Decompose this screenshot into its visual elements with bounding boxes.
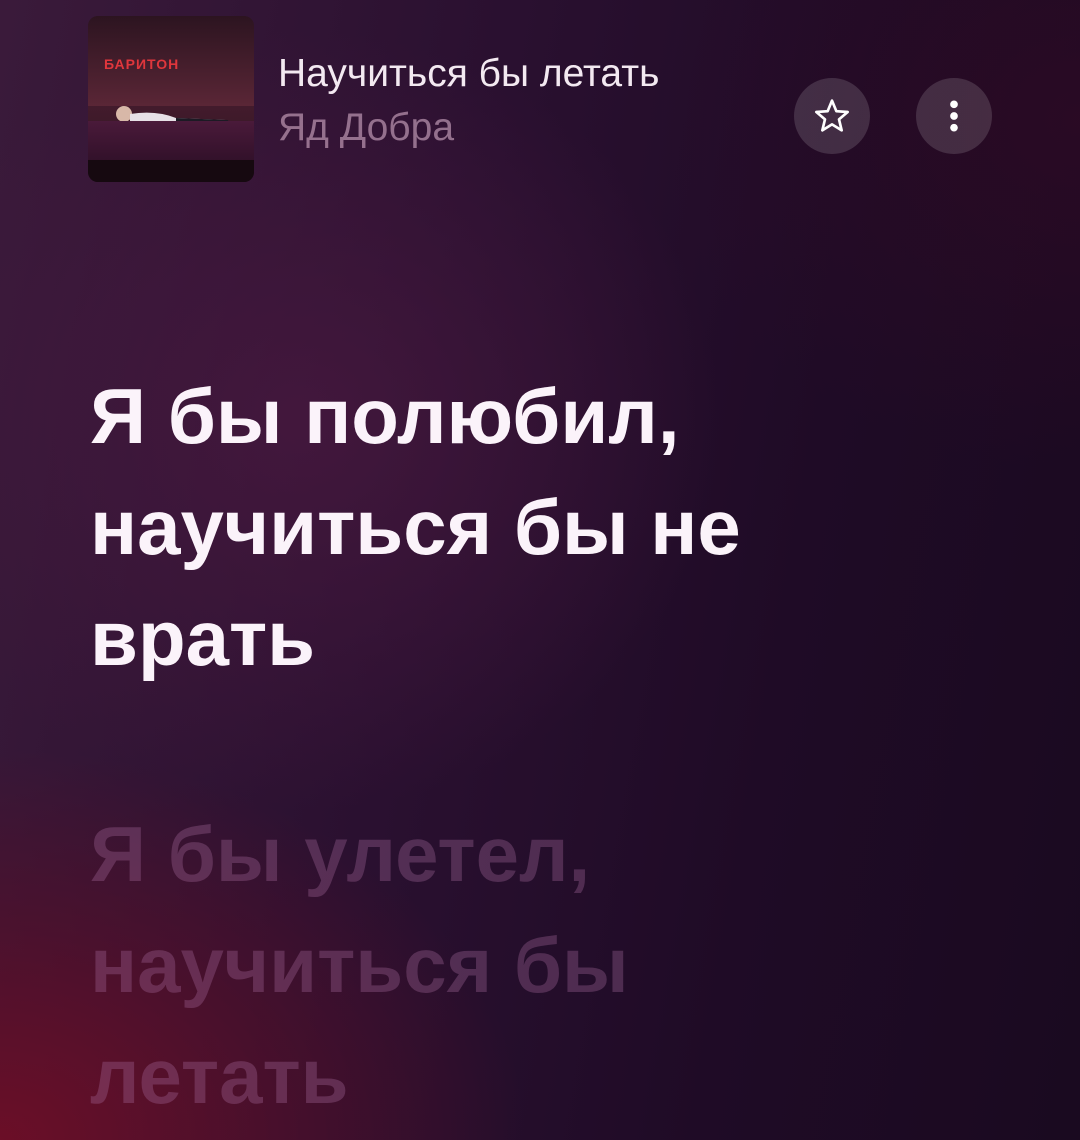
cover-sofa — [88, 121, 254, 161]
album-cover[interactable]: БАРИТОН — [88, 16, 254, 182]
star-icon — [815, 99, 849, 132]
cover-title: БАРИТОН — [104, 56, 180, 72]
lyric-line: научиться бы не — [90, 483, 741, 571]
track-title[interactable]: Научиться бы летать — [278, 52, 659, 96]
upcoming-lyric[interactable]: Я бы улетел, научиться бы летать — [90, 799, 990, 1132]
now-playing-header: БАРИТОН Научиться бы летать Яд Добра — [88, 16, 1008, 184]
cover-floor — [88, 160, 254, 182]
lyric-line: Я бы улетел, — [90, 810, 591, 898]
more-vertical-icon — [950, 100, 958, 132]
track-artist[interactable]: Яд Добра — [278, 106, 454, 150]
more-options-button[interactable] — [916, 78, 992, 154]
lyric-line: врать — [90, 594, 316, 682]
lyric-line: научиться бы — [90, 921, 629, 1009]
lyric-line: Я бы полюбил, — [90, 372, 680, 460]
lyric-line: летать — [90, 1032, 349, 1120]
favorite-button[interactable] — [794, 78, 870, 154]
current-lyric[interactable]: Я бы полюбил, научиться бы не врать — [90, 361, 990, 694]
